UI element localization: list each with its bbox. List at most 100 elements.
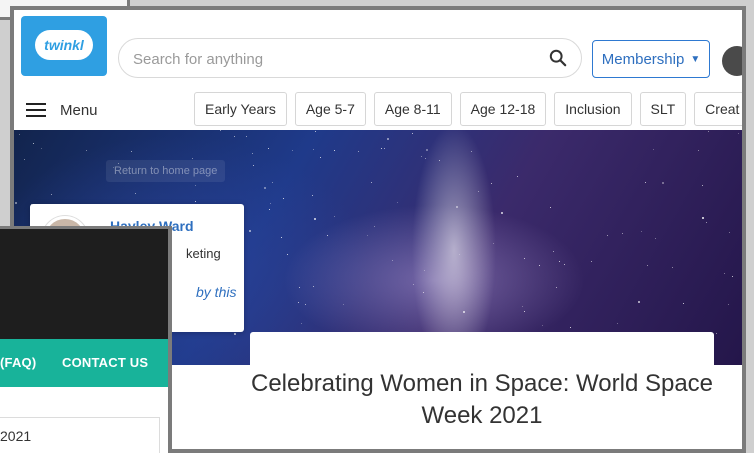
star [287,254,288,255]
star [716,333,717,334]
star [299,287,300,288]
star [522,306,523,307]
star [358,151,359,152]
star [570,327,571,328]
author-articles-link[interactable]: by this [196,284,236,300]
star [313,149,314,150]
twinkl-logo[interactable]: twinkl [21,16,107,76]
menu-button[interactable]: Menu [26,98,98,122]
star [315,131,316,132]
logo-text: twinkl [44,37,84,53]
star [478,191,479,192]
star [672,267,673,268]
star [564,264,565,265]
star [550,207,551,208]
star [426,149,428,151]
date-field[interactable]: 2021 [0,417,160,453]
star [252,153,253,154]
star [374,226,375,227]
star [463,311,465,313]
nav-faq-link[interactable]: (FAQ) [0,355,36,370]
star [698,150,699,151]
article-title: Celebrating Women in Space: World Space … [250,370,714,429]
star [459,254,460,255]
star [413,284,414,285]
star [622,233,623,234]
return-home-link[interactable]: Return to home page [106,160,226,182]
tab-create[interactable]: Creat [694,92,742,126]
star [246,136,247,137]
star [118,163,119,164]
star [425,158,426,159]
membership-label: Membership [601,50,685,68]
star [645,182,646,183]
star [220,130,221,131]
star [19,134,20,135]
star [113,167,114,168]
star [334,150,335,151]
star [51,194,52,195]
star [24,159,25,160]
star [524,258,525,259]
star [371,182,372,183]
star [683,303,684,304]
search-input[interactable] [133,48,533,70]
tab-age-12-18[interactable]: Age 12-18 [459,92,547,126]
search-icon[interactable] [549,49,567,67]
star [397,202,398,203]
star [524,311,525,312]
search-box[interactable] [118,38,582,78]
star [192,158,193,159]
star [381,148,382,149]
star [135,193,136,194]
star [424,270,425,271]
star [655,238,656,239]
tab-age-5-7[interactable]: Age 5-7 [294,92,366,126]
star [292,150,293,151]
star [702,217,704,219]
star [234,333,236,335]
star [253,165,254,166]
site-header: twinkl Membership ▼ [14,10,742,90]
tab-slt[interactable]: SLT [639,92,687,126]
star [305,304,306,305]
star [343,304,344,305]
tab-inclusion[interactable]: Inclusion [554,92,632,126]
star [195,201,196,202]
membership-button[interactable]: Membership ▼ [592,40,710,78]
star [131,151,132,152]
star [269,209,270,210]
star [724,273,725,274]
star [334,216,335,217]
caret-down-icon: ▼ [690,53,701,65]
star [327,235,328,236]
star [638,301,640,303]
star [439,160,440,161]
star [15,202,17,204]
star [367,235,368,236]
star [607,235,608,236]
star [491,183,492,184]
account-avatar[interactable] [722,46,742,76]
star [313,286,314,287]
teal-nav-bar: (FAQ) CONTACT US [0,339,168,387]
star [33,143,34,144]
star [553,251,554,252]
star [281,237,282,238]
star [738,133,739,134]
nav-contact-us-link[interactable]: CONTACT US [62,355,148,370]
tab-early-years[interactable]: Early Years [194,92,287,126]
star [708,131,709,132]
author-role: keting [186,246,221,261]
star [86,150,87,151]
star [249,230,251,232]
star [471,151,472,152]
star [702,185,703,186]
star [195,185,196,186]
star [542,325,543,326]
star [384,148,385,149]
star [412,133,413,134]
tab-age-8-11[interactable]: Age 8-11 [373,92,452,126]
star [283,198,284,199]
star [264,187,266,189]
